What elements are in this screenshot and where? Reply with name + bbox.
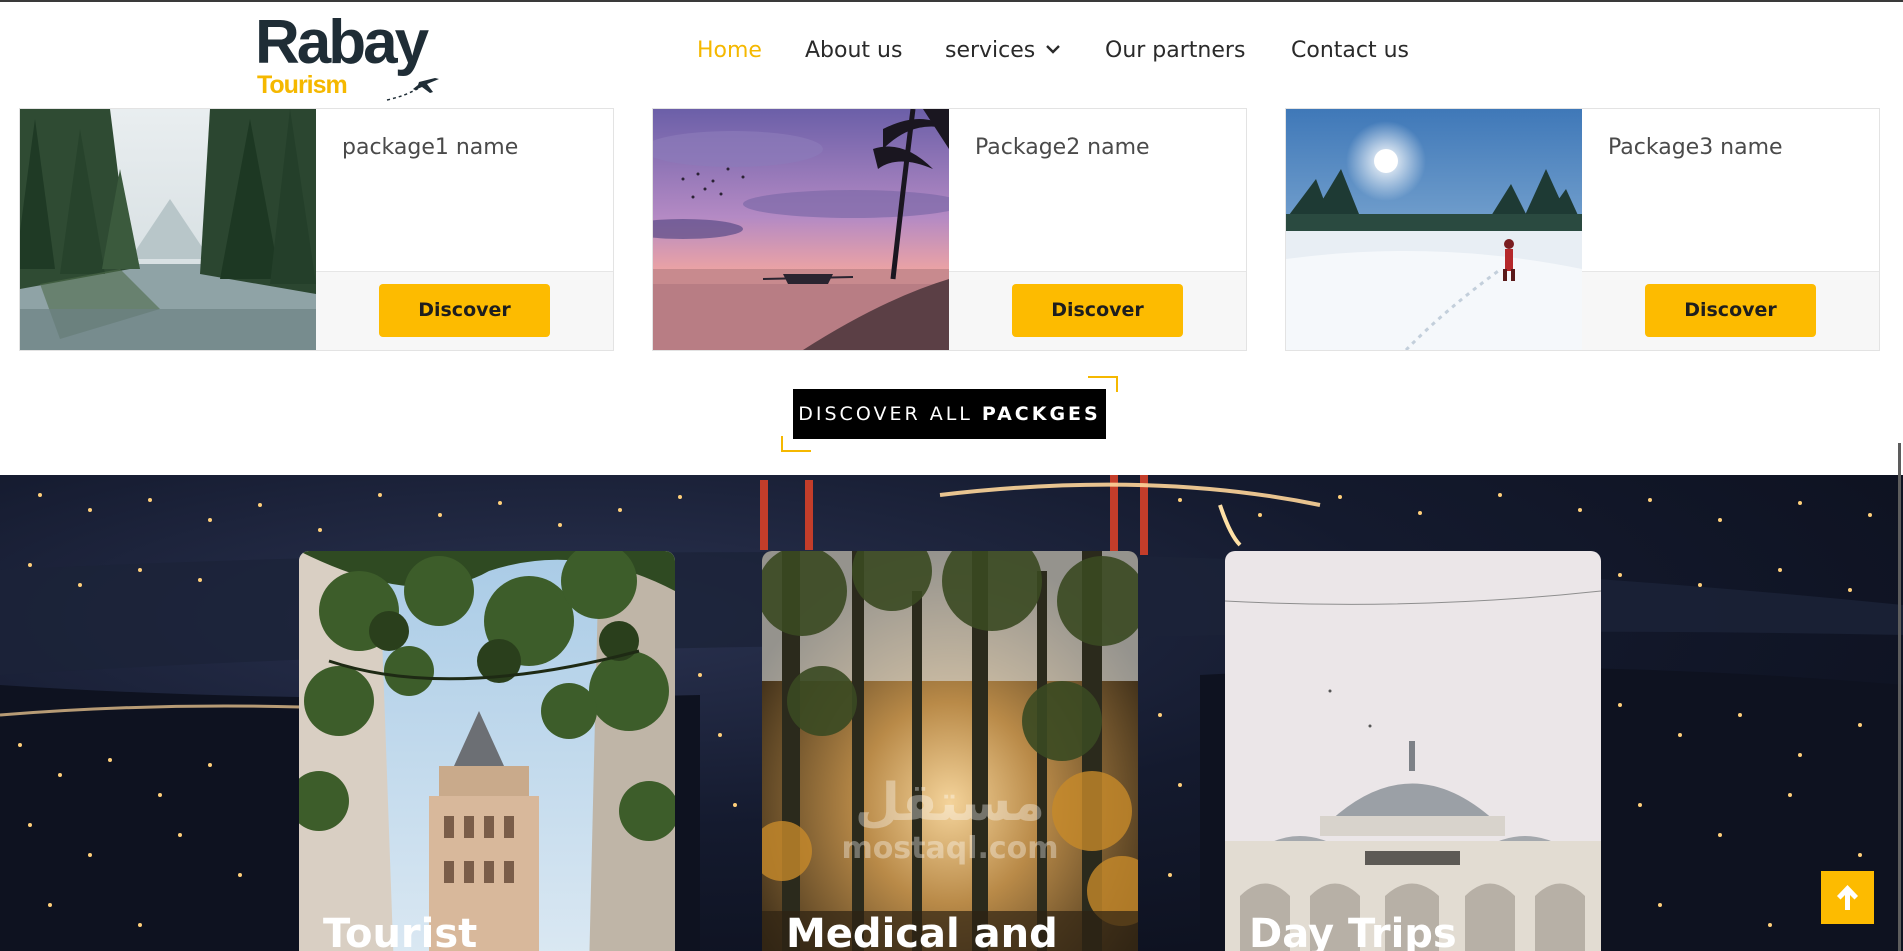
discover-button[interactable]: Discover bbox=[1012, 284, 1183, 337]
service-title: Day Trips bbox=[1249, 911, 1457, 951]
service-card[interactable]: Day Trips bbox=[1225, 551, 1601, 951]
card-footer: Discover bbox=[1582, 271, 1879, 350]
logo-main-text: Rabay bbox=[255, 8, 429, 77]
service-title: Tourist bbox=[323, 911, 478, 951]
service-image-mosque-dome bbox=[1225, 551, 1601, 951]
chevron-down-icon bbox=[1046, 45, 1061, 54]
site-logo[interactable]: Rabay Tourism bbox=[255, 12, 455, 102]
nav-services[interactable]: services bbox=[945, 38, 1061, 63]
watermark-logo: مستقل mostaql.com bbox=[835, 775, 1065, 885]
nav-home[interactable]: Home bbox=[697, 38, 762, 63]
services-section: Tourist Medical and Day Trips مستقل most… bbox=[0, 475, 1903, 951]
service-image-galata-tower bbox=[299, 551, 675, 951]
scrollbar[interactable] bbox=[1898, 443, 1901, 951]
discover-all-wrapper: DISCOVER ALL PACKGES bbox=[781, 376, 1118, 452]
service-card[interactable]: Medical and bbox=[762, 551, 1138, 951]
package-image-tropical-sunset-beach bbox=[653, 109, 949, 350]
package-image-snowy-forest-hiker bbox=[1286, 109, 1582, 350]
nav-contact-us[interactable]: Contact us bbox=[1291, 38, 1409, 63]
service-card[interactable]: Tourist bbox=[299, 551, 675, 951]
service-image-pine-forest-sunlight bbox=[762, 551, 1138, 951]
package-card: package1 name Discover bbox=[19, 108, 614, 351]
package-name: Package3 name bbox=[1608, 135, 1783, 160]
discover-all-bold-text: PACKGES bbox=[981, 403, 1101, 425]
nav-our-partners[interactable]: Our partners bbox=[1105, 38, 1245, 63]
package-name: Package2 name bbox=[975, 135, 1150, 160]
watermark-arabic-text: مستقل bbox=[854, 773, 1046, 833]
watermark-latin-text: mostaql.com bbox=[841, 831, 1059, 866]
service-title: Medical and bbox=[786, 911, 1058, 951]
site-header: Rabay Tourism Home About us services Our… bbox=[0, 2, 1903, 107]
card-footer: Discover bbox=[949, 271, 1246, 350]
package-card: Package3 name Discover bbox=[1285, 108, 1880, 351]
nav-about-us[interactable]: About us bbox=[805, 38, 902, 63]
card-footer: Discover bbox=[316, 271, 613, 350]
scroll-to-top-button[interactable] bbox=[1821, 871, 1874, 924]
airplane-icon bbox=[386, 78, 439, 101]
package-card: Package2 name Discover bbox=[652, 108, 1247, 351]
discover-all-packages-button[interactable]: DISCOVER ALL PACKGES bbox=[793, 389, 1106, 439]
arrow-up-icon bbox=[1837, 885, 1858, 910]
logo-sub-text: Tourism bbox=[257, 71, 348, 99]
nav-services-label: services bbox=[945, 38, 1036, 63]
package-name: package1 name bbox=[342, 135, 519, 160]
discover-button[interactable]: Discover bbox=[1645, 284, 1816, 337]
package-image-forest-lake bbox=[20, 109, 316, 350]
discover-all-text: DISCOVER ALL bbox=[798, 403, 982, 425]
discover-button[interactable]: Discover bbox=[379, 284, 550, 337]
